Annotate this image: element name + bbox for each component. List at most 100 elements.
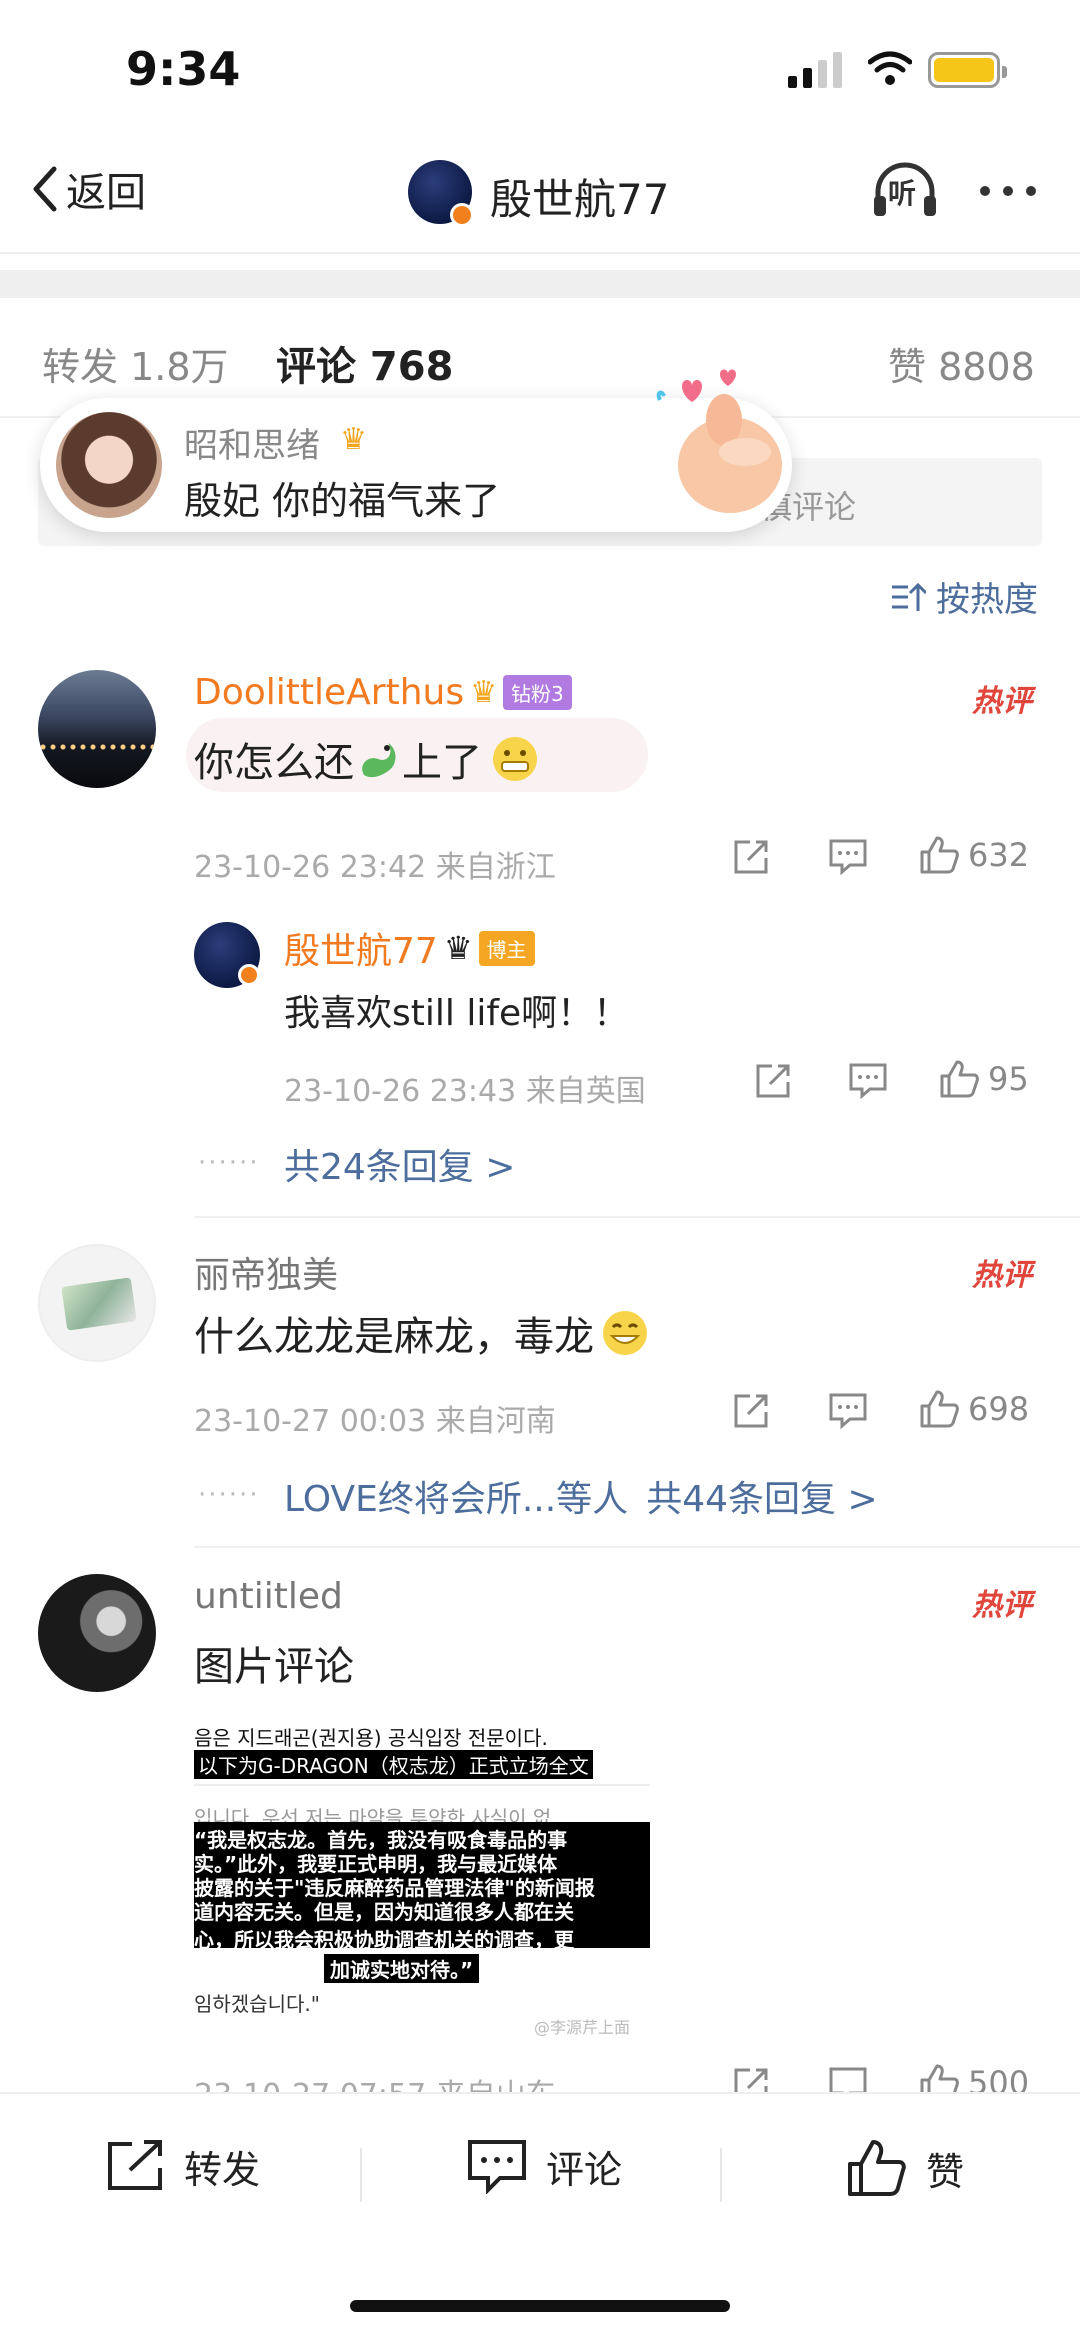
like-button[interactable]: 698 xyxy=(918,1388,1029,1430)
share-icon xyxy=(756,1064,790,1098)
image-text-line: 加诚实地对待。” xyxy=(324,1954,480,1983)
hot-comment-badge: 热评 xyxy=(972,1258,1032,1293)
comment-avatar[interactable] xyxy=(38,1244,156,1362)
tab-comment[interactable]: 评论 768 xyxy=(276,334,453,392)
popup-username: 昭和思绪 xyxy=(184,426,320,466)
thumbs-up-icon xyxy=(920,1390,959,1428)
view-replies-row[interactable]: LOVE终将会所...等人 共44条回复 > xyxy=(284,1470,878,1522)
sort-icon xyxy=(892,582,926,611)
reply-button[interactable] xyxy=(828,838,868,876)
grin-emoji-icon xyxy=(603,1311,647,1355)
comment-text: 图片评论 xyxy=(194,1644,354,1690)
share-icon xyxy=(734,840,768,874)
reply-username[interactable]: 殷世航77 xyxy=(284,922,438,974)
back-button[interactable]: 返回 xyxy=(32,160,146,218)
verified-badge-icon xyxy=(238,964,260,986)
tab-repost[interactable]: 转发 1.8万 xyxy=(42,336,229,391)
image-text-line: 임하겠습니다." xyxy=(194,1992,320,2016)
image-text-line: 음은 지드래곤(권지용) 공식입장 전문이다. xyxy=(194,1726,548,1750)
crown-icon: ♛ xyxy=(470,675,497,710)
bottom-separator xyxy=(360,2148,362,2202)
finger-heart-icon xyxy=(656,369,782,513)
comment-text: 你怎么还 上了 xyxy=(194,730,540,788)
comment-divider xyxy=(194,1546,1080,1548)
share-button[interactable] xyxy=(732,1392,770,1430)
bottom-comment-button[interactable]: 评论 xyxy=(466,2138,622,2194)
reply-meta: 23-10-26 23:43 来自英国 xyxy=(284,1074,646,1109)
like-count: 698 xyxy=(968,1390,1030,1428)
home-indicator xyxy=(350,2300,730,2312)
image-text-line: 心，所以我会积极协助调查机关的调查，更 xyxy=(194,1928,574,1952)
chevron-left-icon xyxy=(33,166,57,212)
listen-label: 听 xyxy=(888,177,917,210)
comment-icon xyxy=(829,1393,867,1430)
reply-header: 殷世航77 ♛ 博主 xyxy=(284,922,535,974)
fan-badge[interactable]: 钻粉3 xyxy=(503,675,572,710)
comment-meta: 23-10-27 00:03 来自河南 xyxy=(194,1404,556,1439)
verified-badge-icon xyxy=(450,203,474,227)
comment-text-part: 上了 xyxy=(402,740,482,786)
nav-divider xyxy=(0,252,1080,254)
share-icon xyxy=(734,1394,768,1428)
bottom-like-button[interactable]: 赞 xyxy=(846,2138,964,2198)
hot-comment-badge: 热评 xyxy=(972,684,1032,719)
crown-icon: ♛ xyxy=(443,929,473,967)
thumbs-up-icon xyxy=(920,836,959,874)
reply-dots: ······ xyxy=(198,1480,260,1510)
tab-like[interactable]: 赞 8808 xyxy=(888,336,1035,391)
comment-meta: 23-10-26 23:42 来自浙江 xyxy=(194,850,556,885)
comment-image[interactable]: 음은 지드래곤(권지용) 공식입장 전문이다. 以下为G-DRAGON（权志龙）… xyxy=(194,1722,650,2037)
battery-icon xyxy=(928,52,1007,88)
comment-text-part: 什么龙龙是麻龙，毒龙 xyxy=(194,1314,594,1360)
share-button[interactable] xyxy=(732,838,770,876)
like-count: 632 xyxy=(968,836,1030,874)
image-text-line: 道内容无关。但是，因为知道很多人都在关 xyxy=(194,1900,574,1924)
comment-username[interactable]: untiitled xyxy=(194,1576,343,1617)
back-label: 返回 xyxy=(66,170,146,216)
listen-button[interactable]: 听 xyxy=(870,160,940,220)
comment-username[interactable]: DoolittleArthus xyxy=(194,672,464,713)
comment-avatar[interactable] xyxy=(38,670,156,788)
sort-by-hot-button[interactable]: 按热度 xyxy=(890,572,1038,621)
view-replies-link[interactable]: 共44条回复 > xyxy=(646,1470,877,1522)
popup-avatar xyxy=(56,412,162,518)
share-button[interactable] xyxy=(754,1062,792,1100)
comment-text: 什么龙龙是麻龙，毒龙 xyxy=(194,1304,650,1362)
like-button[interactable]: 95 xyxy=(938,1058,1029,1100)
image-text-line: 以下为G-DRAGON（权志龙）正式立场全文 xyxy=(194,1750,593,1779)
reply-button[interactable] xyxy=(848,1062,888,1100)
grimace-emoji-icon xyxy=(493,737,537,781)
more-button[interactable] xyxy=(980,186,1036,196)
signal-icon xyxy=(788,52,842,88)
comment-header: DoolittleArthus ♛ 钻粉3 xyxy=(194,672,572,713)
reply-users: LOVE终将会所...等人 xyxy=(284,1479,629,1520)
comment-avatar[interactable] xyxy=(38,1574,156,1692)
bottom-repost-label: 转发 xyxy=(184,2147,261,2192)
comment-icon xyxy=(849,1063,887,1100)
hot-comment-badge: 热评 xyxy=(972,1588,1032,1623)
dragon-emoji-icon xyxy=(362,743,396,778)
comment-username[interactable]: 丽帝独美 xyxy=(194,1246,338,1298)
section-gap xyxy=(0,270,1080,298)
sort-label: 按热度 xyxy=(936,580,1038,620)
share-icon xyxy=(108,2140,162,2190)
comment-icon xyxy=(829,839,867,876)
thumbs-up-icon xyxy=(940,1060,979,1098)
bottom-separator xyxy=(720,2148,722,2202)
image-watermark: @李源芹上面 xyxy=(534,2018,631,2037)
comment-icon xyxy=(468,2140,526,2194)
like-button[interactable]: 632 xyxy=(918,834,1029,876)
wifi-icon xyxy=(868,51,912,85)
popup-message: 殷妃 你的福气来了 xyxy=(184,479,501,523)
comment-divider xyxy=(194,1216,1080,1218)
status-time: 9:34 xyxy=(126,42,241,96)
view-replies-link[interactable]: 共24条回复 > xyxy=(284,1138,515,1190)
blogger-badge: 博主 xyxy=(478,930,535,966)
reply-button[interactable] xyxy=(828,1392,868,1430)
bottom-repost-button[interactable]: 转发 xyxy=(104,2138,260,2194)
comment-text-part: 你怎么还 xyxy=(194,740,354,786)
bottom-comment-label: 评论 xyxy=(546,2147,623,2192)
reply-text: 我喜欢still life啊！！ xyxy=(284,993,630,1034)
reply-dots: ······ xyxy=(198,1148,260,1178)
page-title[interactable]: 殷世航77 xyxy=(490,166,669,227)
